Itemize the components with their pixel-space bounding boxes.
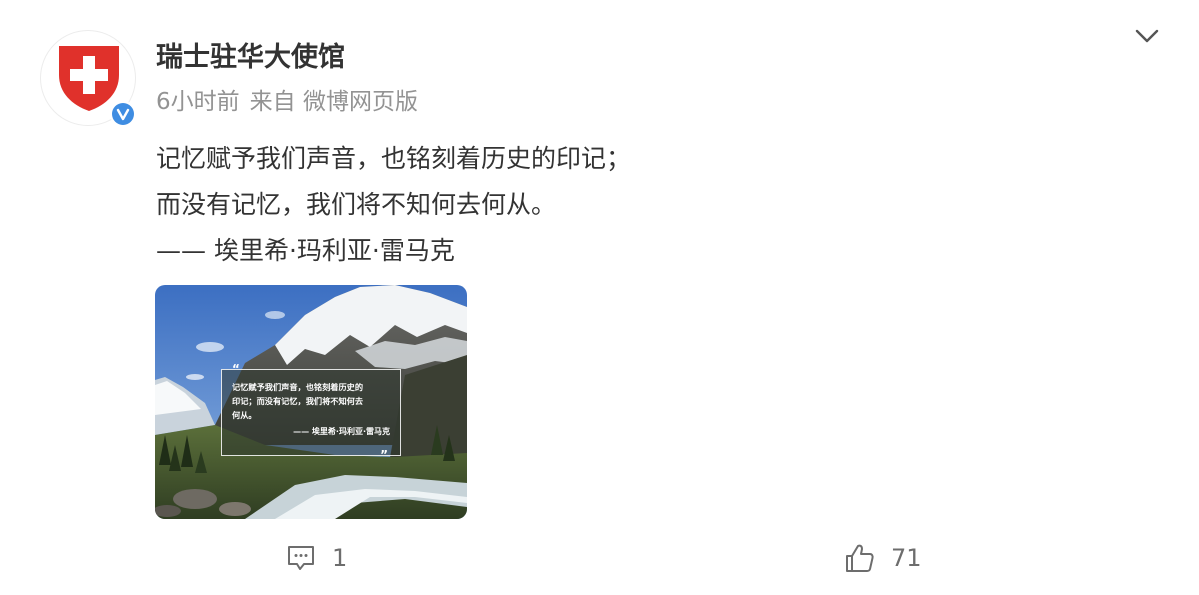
post-text-line: 而没有记忆，我们将不知何去何从。 [156, 190, 557, 219]
comment-icon [288, 546, 314, 570]
comment-count: 1 [332, 544, 348, 572]
image-quote-line: 记忆赋予我们声音，也铭刻着历史的 [232, 382, 364, 392]
post-image[interactable]: “ 记忆赋予我们声音，也铭刻着历史的 印记；而没有记忆，我们将不知何去 何从。 … [155, 285, 467, 519]
post-text-line: —— 埃里希·玛利亚·雷马克 [156, 236, 455, 265]
image-quote-line: 印记；而没有记忆，我们将不知何去 [232, 396, 364, 406]
like-button[interactable]: 71 [843, 540, 922, 576]
weibo-post-card: 瑞士驻华大使馆 6小时前 来自 微博网页版 记忆赋予我们声音，也铭刻着历史的印记；… [0, 0, 1199, 595]
verified-badge [110, 101, 136, 127]
comment-button[interactable]: 1 [286, 540, 347, 576]
post-text: 记忆赋予我们声音，也铭刻着历史的印记； 而没有记忆，我们将不知何去何从。 —— … [156, 136, 631, 274]
author-name[interactable]: 瑞士驻华大使馆 [156, 40, 345, 76]
image-quote-author: —— 埃里希·玛利亚·雷马克 [293, 427, 390, 436]
chevron-down-icon[interactable] [1132, 24, 1162, 48]
post-text-line: 记忆赋予我们声音，也铭刻着历史的印记； [156, 144, 632, 173]
image-quote-line: 何从。 [232, 410, 257, 420]
image-quote-box: “ 记忆赋予我们声音，也铭刻着历史的 印记；而没有记忆，我们将不知何去 何从。 … [221, 363, 401, 461]
close-quote-icon: ” [380, 448, 388, 462]
thumbs-up-icon [846, 544, 874, 572]
post-time[interactable]: 6小时前 [156, 89, 240, 115]
verified-badge-icon [112, 103, 134, 125]
post-meta: 6小时前 来自 微博网页版 [156, 87, 428, 117]
post-source: 来自 微博网页版 [249, 89, 418, 115]
like-count: 71 [891, 544, 922, 572]
open-quote-icon: “ [232, 362, 240, 376]
